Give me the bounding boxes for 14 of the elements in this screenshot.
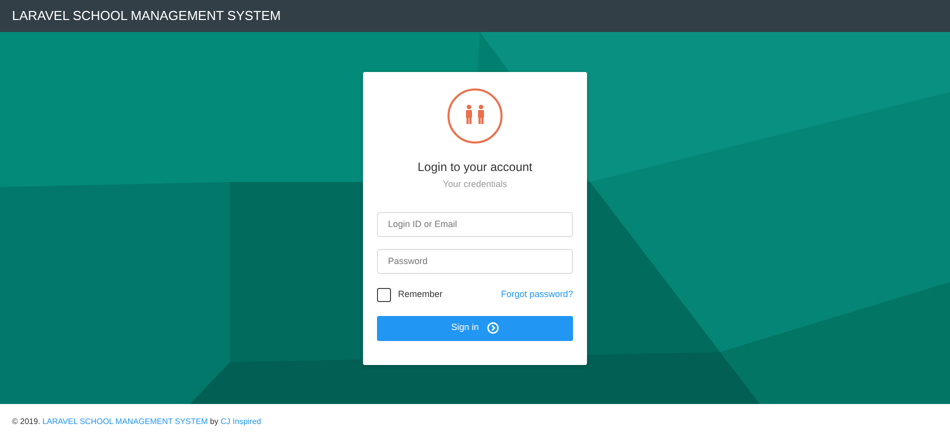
login-subheading: Your credentials <box>442 178 508 191</box>
forgot-password-link[interactable]: Forgot password? <box>500 288 573 302</box>
copyright-text: © 2019. LARAVEL SCHOOL MANAGEMENT SYSTEM by CJ Inspired <box>12 416 262 428</box>
users-icon <box>447 88 503 144</box>
app-title: LARAVEL SCHOOL MANAGEMENT SYSTEM <box>12 7 281 26</box>
author-link[interactable]: CJ Inspired <box>220 416 262 426</box>
app-link[interactable]: LARAVEL SCHOOL MANAGEMENT SYSTEM <box>42 416 208 426</box>
login-heading: Login to your account <box>416 159 534 176</box>
login-field[interactable]: Login ID or Email <box>377 212 573 236</box>
arrow-circle-icon <box>486 322 499 334</box>
password-field[interactable]: Password <box>377 248 573 274</box>
checkbox[interactable] <box>377 288 391 302</box>
remember-checkbox[interactable]: Remember <box>377 288 443 302</box>
sign-in-button[interactable]: Sign in <box>377 316 573 340</box>
